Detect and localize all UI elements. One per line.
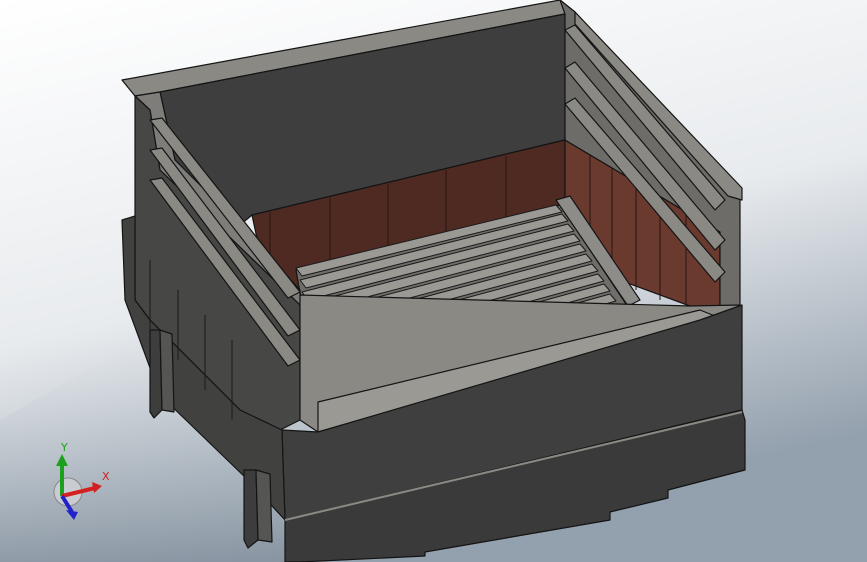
leg-back-left-face [159,329,175,413]
leg-front-left-face [255,469,273,543]
x-axis-label: X [102,470,110,483]
graphics-viewport[interactable]: Y X [0,0,867,562]
model-canvas[interactable] [0,0,867,562]
x-axis-head [92,482,102,493]
y-axis-label: Y [60,441,68,454]
z-axis-head [66,510,78,520]
y-axis-head [56,454,68,466]
orientation-triad: Y X [53,441,110,520]
